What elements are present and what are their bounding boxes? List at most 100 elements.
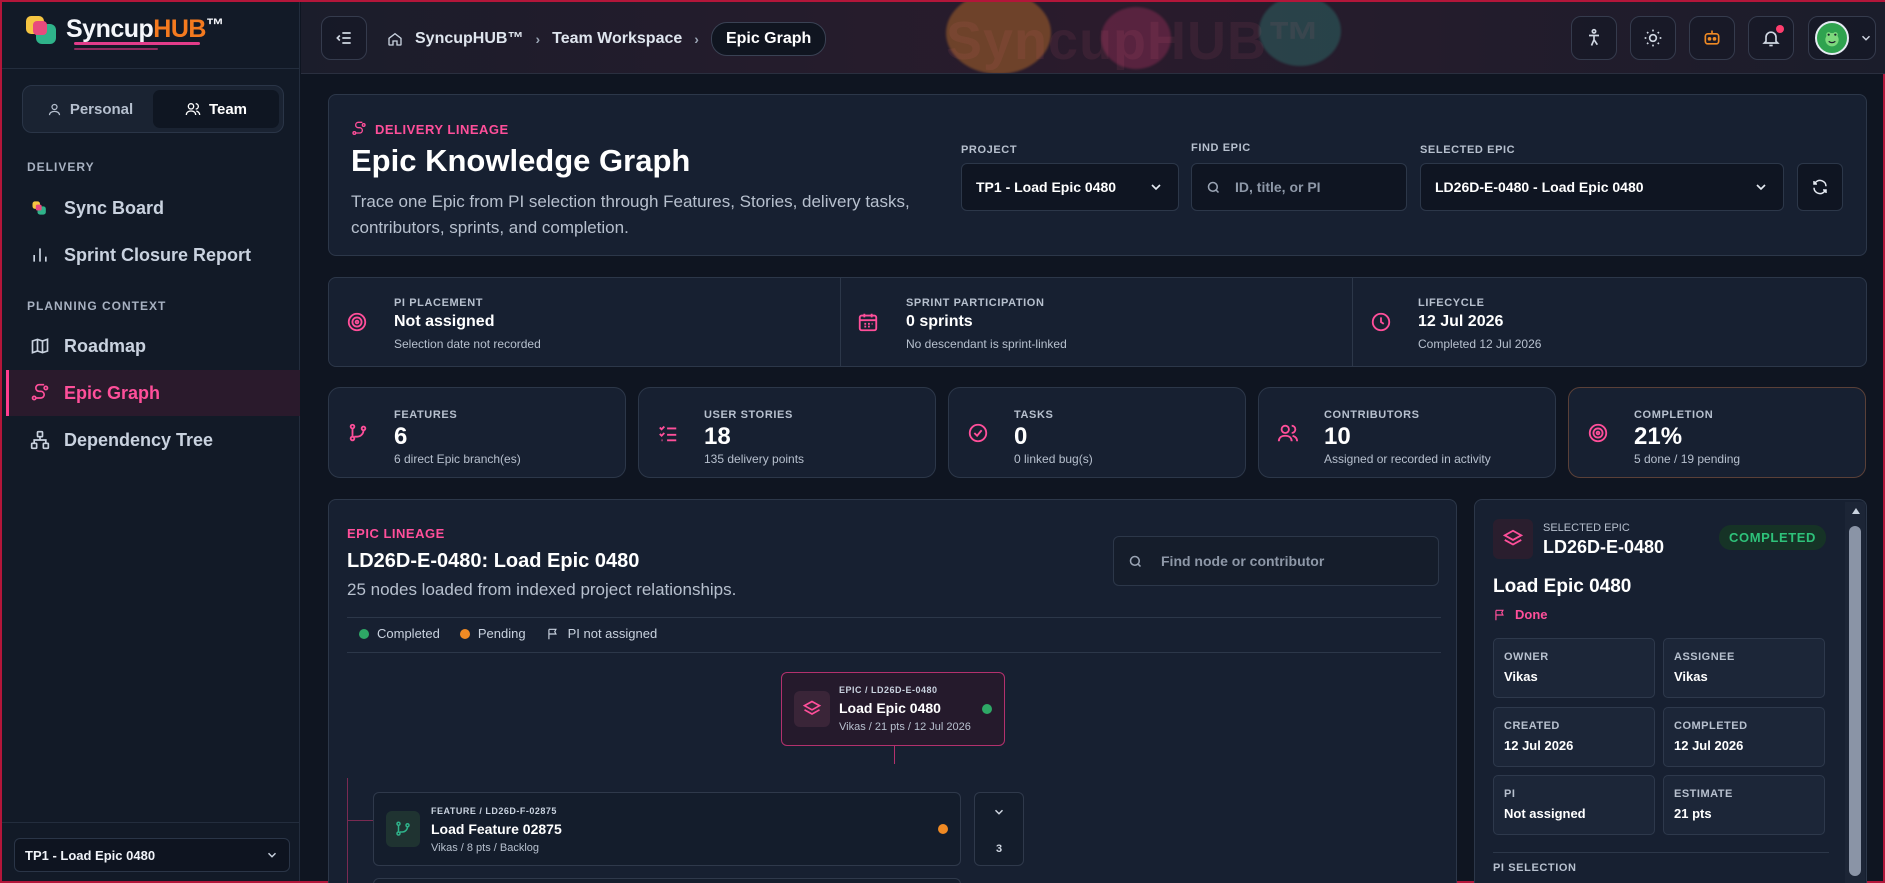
- mode-team-label: Team: [208, 100, 248, 118]
- pi-placement-value: Not assigned: [394, 313, 495, 330]
- lineage-title: LD26D-E-0480: Load Epic 0480: [347, 550, 640, 572]
- nav-section-delivery: DELIVERY: [27, 160, 95, 174]
- epic-node-icon-box: [794, 691, 830, 727]
- tree-connector-line: [347, 778, 348, 883]
- epic-connector-line: [894, 746, 895, 764]
- sidebar-item-label: Dependency Tree: [64, 429, 214, 450]
- metric-contributors[interactable]: CONTRIBUTORS 10 Assigned or recorded in …: [1258, 387, 1556, 478]
- sidebar-bottom-divider: [2, 822, 300, 823]
- theme-toggle-button[interactable]: [1630, 16, 1676, 60]
- brand[interactable]: SyncupHUB™: [24, 12, 224, 46]
- status-badge: COMPLETED: [1719, 525, 1827, 550]
- list-checks-icon: [659, 425, 677, 442]
- project-label: PROJECT: [961, 144, 1018, 156]
- detail-assignee: ASSIGNEE Vikas: [1663, 638, 1825, 698]
- metric-value: 10: [1324, 423, 1351, 450]
- page-title: Epic Knowledge Graph: [351, 143, 691, 178]
- detail-owner: OWNER Vikas: [1493, 638, 1655, 698]
- metric-label: CONTRIBUTORS: [1324, 409, 1420, 421]
- status-completed-dot-icon: [982, 704, 992, 714]
- breadcrumb-item-team-workspace[interactable]: Team Workspace: [552, 30, 682, 48]
- users-icon: [1277, 424, 1299, 442]
- feature-node-meta: Vikas / 8 pts / Backlog: [431, 842, 540, 854]
- project-select-value: TP1 - Load Epic 0480: [976, 179, 1117, 195]
- details-kicker: SELECTED EPIC: [1543, 522, 1630, 534]
- metric-user-stories[interactable]: USER STORIES 18 135 delivery points: [638, 387, 936, 478]
- details-icon-box: [1493, 519, 1533, 559]
- header-kicker-label: DELIVERY LINEAGE: [375, 121, 509, 137]
- epic-details-panel: SELECTED EPIC LD26D-E-0480 COMPLETED Loa…: [1474, 499, 1867, 883]
- home-icon[interactable]: [387, 31, 403, 47]
- metric-features[interactable]: FEATURES 6 6 direct Epic branch(es): [328, 387, 626, 478]
- mode-personal-button[interactable]: Personal: [27, 90, 153, 128]
- git-branch-icon: [396, 821, 410, 836]
- brand-logo-icon: [24, 12, 58, 46]
- detail-label: COMPLETED: [1674, 720, 1748, 732]
- lineage-kicker: EPIC LINEAGE: [347, 526, 445, 541]
- epic-graph-header-card: DELIVERY LINEAGE Epic Knowledge Graph Tr…: [328, 94, 1867, 256]
- detail-completed: COMPLETED 12 Jul 2026: [1663, 707, 1825, 767]
- sun-icon: [1644, 29, 1662, 47]
- pi-selection-label: PI SELECTION: [1493, 862, 1577, 874]
- breadcrumb-item-home[interactable]: SyncupHUB™: [415, 30, 523, 48]
- sidebar-item-label: Epic Graph: [64, 382, 161, 403]
- notifications-button[interactable]: [1748, 16, 1794, 60]
- user-menu-button[interactable]: [1808, 16, 1876, 60]
- legend-pi-not-assigned: PI not assigned: [567, 626, 658, 641]
- project-select[interactable]: TP1 - Load Epic 0480: [961, 163, 1179, 211]
- mode-team-button[interactable]: Team: [153, 90, 279, 128]
- page-description: Trace one Epic from PI selection through…: [351, 189, 910, 241]
- summary-divider: [840, 278, 841, 366]
- sidebar-item-sync-board[interactable]: Sync Board: [6, 185, 300, 231]
- find-epic-input[interactable]: ID, title, or PI: [1191, 163, 1407, 211]
- metric-completion[interactable]: COMPLETION 21% 5 done / 19 pending: [1568, 387, 1866, 478]
- sidebar: SyncupHUB™ Personal Team DELIVERY Sync B…: [2, 2, 300, 881]
- detail-label: ESTIMATE: [1674, 788, 1733, 800]
- collapse-sidebar-icon: [336, 32, 351, 44]
- accessibility-button[interactable]: [1571, 16, 1617, 60]
- lineage-divider: [347, 617, 1441, 618]
- find-node-placeholder: Find node or contributor: [1161, 553, 1325, 569]
- pi-placement-sub: Selection date not recorded: [394, 337, 541, 351]
- assistant-button[interactable]: [1689, 16, 1735, 60]
- sidebar-item-roadmap[interactable]: Roadmap: [6, 323, 300, 369]
- workspace-mode-toggle: Personal Team: [22, 85, 284, 133]
- detail-estimate: ESTIMATE 21 pts: [1663, 775, 1825, 835]
- next-node-peek: [373, 878, 961, 883]
- feature-node[interactable]: FEATURE / LD26D-F-02875 Load Feature 028…: [373, 792, 961, 866]
- header-kicker: DELIVERY LINEAGE: [351, 121, 509, 137]
- sidebar-project-select[interactable]: TP1 - Load Epic 0480: [14, 838, 290, 872]
- sidebar-item-dependency-tree[interactable]: Dependency Tree: [6, 417, 300, 463]
- sprint-participation-label: SPRINT PARTICIPATION: [906, 297, 1045, 309]
- legend-completed: Completed: [377, 626, 440, 641]
- find-epic-label: FIND EPIC: [1191, 142, 1251, 154]
- epic-node[interactable]: EPIC / LD26D-E-0480 Load Epic 0480 Vikas…: [781, 672, 1005, 746]
- metric-sub: 135 delivery points: [704, 452, 805, 466]
- sync-board-icon: [32, 201, 46, 215]
- metric-sub: Assigned or recorded in activity: [1324, 452, 1491, 466]
- mode-personal-label: Personal: [69, 100, 134, 118]
- chevron-down-icon: [1756, 184, 1766, 191]
- selected-epic-select[interactable]: LD26D-E-0480 - Load Epic 0480: [1420, 163, 1784, 211]
- metric-tasks[interactable]: TASKS 0 0 linked bug(s): [948, 387, 1246, 478]
- avatar: [1815, 21, 1849, 55]
- epic-node-kicker: EPIC / LD26D-E-0480: [839, 685, 938, 695]
- pi-placement-label: PI PLACEMENT: [394, 297, 484, 309]
- sidebar-divider: [2, 68, 300, 69]
- metric-value: 6: [394, 423, 408, 450]
- sidebar-item-epic-graph[interactable]: Epic Graph: [6, 370, 300, 416]
- metric-sub: 0 linked bug(s): [1014, 452, 1093, 466]
- find-node-input[interactable]: Find node or contributor: [1113, 536, 1439, 586]
- scroll-up-icon[interactable]: [1852, 508, 1860, 514]
- detail-value: 21 pts: [1674, 806, 1712, 821]
- bar-chart-icon: [33, 248, 47, 262]
- expand-feature-button[interactable]: 3: [974, 792, 1024, 866]
- lifecycle-value: 12 Jul 2026: [1418, 313, 1504, 330]
- layers-icon: [1502, 529, 1524, 546]
- collapse-sidebar-button[interactable]: [321, 16, 367, 60]
- robot-icon: [1704, 30, 1720, 45]
- scrollbar-thumb[interactable]: [1849, 526, 1861, 876]
- details-scrollbar[interactable]: [1845, 502, 1865, 883]
- sidebar-item-sprint-closure-report[interactable]: Sprint Closure Report: [6, 232, 300, 278]
- refresh-button[interactable]: [1797, 163, 1843, 211]
